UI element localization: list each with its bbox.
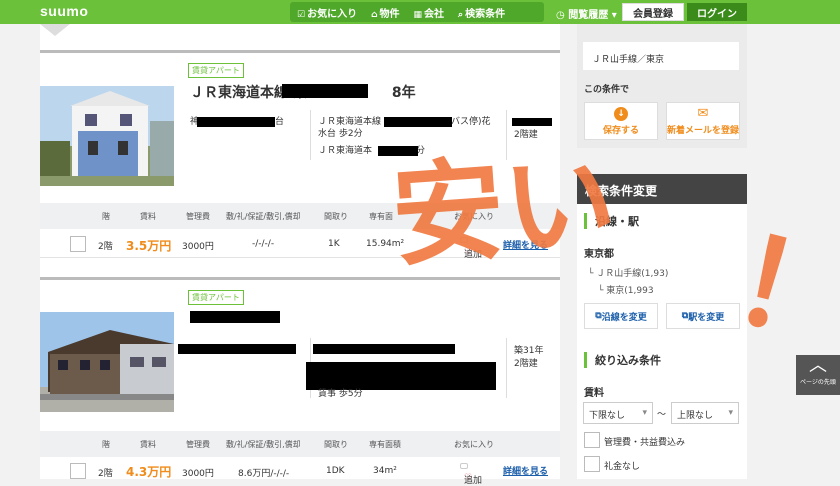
nav-companies[interactable]: ▦ 会社 — [407, 5, 452, 20]
listing-access-partial: 賃事 歩5分 — [318, 389, 363, 399]
with-condition-label: この条件で — [584, 85, 630, 95]
filter-section-title: 絞り込み条件 — [584, 352, 661, 368]
rent-lower-select[interactable]: 下限なし — [583, 402, 653, 424]
suumo-logo[interactable]: suumo — [40, 3, 88, 19]
room-table-header: 階 賃料 管理費 敷/礼/保証/敷引,償却 間取り 専有面積 お気に入り — [40, 431, 560, 457]
redaction-bar — [384, 117, 452, 127]
rent-filter-label: 賃料 — [584, 388, 604, 399]
divider — [310, 110, 311, 160]
save-condition-button[interactable]: ↓ 保存する — [584, 102, 658, 140]
rent-upper-select[interactable]: 上限なし — [671, 402, 739, 424]
detail-link[interactable]: 詳細を見る — [503, 464, 548, 477]
no-key-money-checkbox[interactable] — [584, 456, 600, 472]
checkbox-icon: ☑ — [297, 9, 306, 20]
search-icon: ⌕ — [458, 9, 464, 20]
redaction-bar — [282, 84, 368, 98]
rent-price: 3.5万円 — [126, 239, 172, 253]
add-favorite-button[interactable]: ♡ 追加 — [460, 463, 482, 486]
nav-properties[interactable]: ⌂ 物件 — [364, 5, 406, 20]
overlay-text-cheap: 安い — [387, 137, 621, 283]
divider — [506, 338, 507, 398]
nav-search-conditions[interactable]: ⌕ 検索条件 — [451, 5, 512, 20]
redaction-bar — [190, 311, 280, 323]
property-photo-1[interactable] — [40, 86, 174, 186]
listing-type-tag: 賃貸アパート — [188, 63, 244, 78]
building-icon: ▦ — [413, 9, 423, 20]
change-line-button[interactable]: ⧉ 沿線を変更 — [584, 303, 658, 329]
redaction-bar — [197, 117, 275, 127]
header-nav: ☑ お気に入り ⌂ 物件 ▦ 会社 ⌕ 検索条件 — [290, 2, 544, 22]
include-fee-label: 管理費・共益費込み — [604, 438, 686, 448]
history-menu[interactable]: ◷ 閲覧履歴 ▾ — [556, 6, 617, 21]
register-button[interactable]: 会員登録 — [622, 3, 684, 21]
select-checkbox[interactable] — [70, 236, 86, 252]
redaction-bar — [178, 344, 296, 354]
listing-type-tag: 賃貸アパート — [188, 290, 244, 305]
station-label: └ 東京(1,993 — [598, 286, 654, 296]
no-key-money-label: 礼金なし — [604, 462, 641, 472]
table-row[interactable]: 2階 4.3万円 3000円 8.6万円/-/-/- 1DK 34m² ♡ 追加 … — [40, 457, 560, 486]
new-mail-button[interactable]: ✉ 新着メールを登録 — [666, 102, 740, 140]
house-icon: ⌂ — [371, 9, 378, 20]
download-icon: ↓ — [614, 107, 628, 121]
listing-separator — [40, 50, 560, 53]
range-tilde: 〜 — [657, 410, 667, 420]
rent-price: 4.3万円 — [126, 465, 172, 479]
redaction-bar — [512, 118, 552, 126]
nav-favorites[interactable]: ☑ お気に入り — [290, 5, 364, 20]
property-photo-2[interactable] — [40, 312, 174, 412]
redaction-bar — [313, 344, 455, 354]
select-checkbox[interactable] — [70, 463, 86, 479]
redaction-bar — [306, 362, 496, 390]
clock-icon: ◷ — [556, 10, 569, 21]
current-condition: ＪＲ山手線／東京 — [592, 55, 665, 65]
login-button[interactable]: ログイン — [687, 3, 747, 21]
listing-separator — [40, 277, 560, 280]
listing-age: 築31年 2階建 — [514, 346, 544, 369]
include-fee-checkbox[interactable] — [584, 432, 600, 448]
envelope-icon: ✉ — [697, 106, 709, 121]
listing-floors: 2階建 — [514, 130, 538, 140]
